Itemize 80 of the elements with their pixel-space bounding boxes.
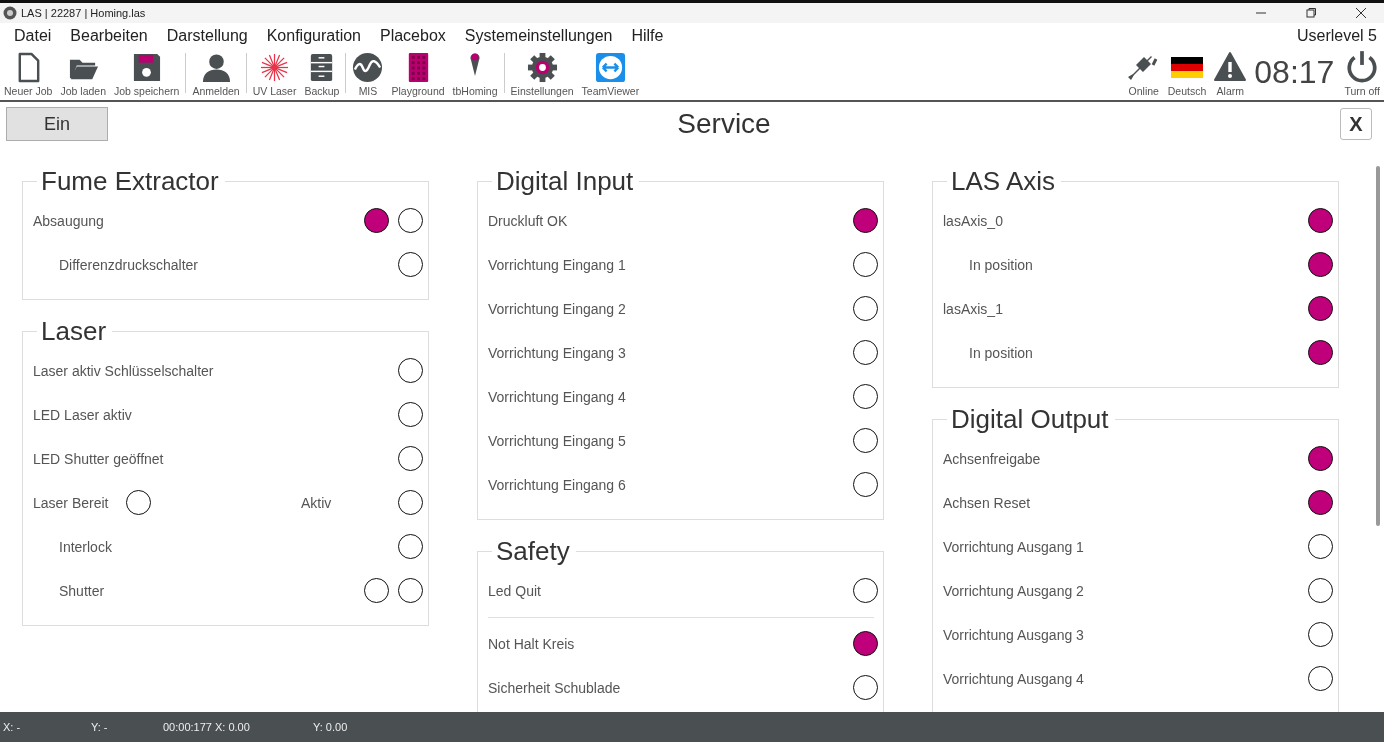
signal-label: Not Halt Kreis [488,635,575,652]
signal-label: Vorrichtung Ausgang 4 [943,670,1084,687]
menu-item[interactable]: Datei [14,27,52,45]
signal-label: lasAxis_0 [943,212,1003,229]
menu-item[interactable]: Hilfe [631,27,664,45]
signal-label: Led Quit [488,582,541,599]
signal-label: Aktiv [301,494,332,511]
menu-item[interactable]: Bearbeiten [70,27,148,45]
app-logo-icon [3,6,17,20]
panel-title: LAS Axis [950,166,1057,197]
toolbar-button[interactable]: TeamViewer [577,52,644,97]
panel-title: Safety [495,536,571,567]
signal-label: Vorrichtung Eingang 3 [488,344,626,361]
signal-label: Vorrichtung Ausgang 1 [943,538,1084,555]
signal-label: Differenzdruckschalter [59,256,199,273]
signal-label: Vorrichtung Eingang 5 [488,432,626,449]
toolbar-button[interactable]: Backup [300,52,344,97]
toolbar-button[interactable]: Einstellungen [506,52,578,97]
menu-item[interactable]: Konfiguration [266,27,361,45]
toolbar-button[interactable]: Job speichern [110,52,184,97]
signal-label: Vorrichtung Ausgang 2 [943,582,1084,599]
wave-circle-icon [352,52,384,83]
menu-item[interactable]: Systemeinstellungen [464,27,613,45]
status-text: Y: 0.00 [313,721,348,733]
signal-label: Laser Bereit [33,494,110,511]
signal-label: Achsenfreigabe [943,450,1041,467]
signal-label: In position [969,256,1033,273]
panel-title: Digital Output [950,404,1110,435]
signal-label: Shutter [59,582,105,599]
signal-label: Achsen Reset [943,494,1031,511]
signal-label: Vorrichtung Eingang 4 [488,388,626,405]
toolbar-button[interactable]: Neuer Job [0,52,57,97]
status-text: 00:00:177 [163,721,213,733]
signal-label: LED Shutter geöffnet [33,450,164,467]
signal-label: Vorrichtung Eingang 2 [488,300,626,317]
signal-label: LED Laser aktiv [33,406,132,423]
laser-burst-icon [259,52,291,83]
signal-label: Absaugung [33,212,104,229]
gear-icon [526,52,558,83]
signal-label: In position [969,344,1033,361]
status-text: X: 0.00 [215,721,251,733]
person-icon [200,52,232,83]
page-title: Service [676,108,772,140]
signal-label: Druckluft OK [488,212,568,229]
toolbar-button[interactable]: Alarm [1210,51,1251,97]
signal-label: Sicherheit Schublade [488,679,621,696]
scrollbar-thumb[interactable] [1376,166,1380,526]
signal-label: Vorrichtung Ausgang 3 [943,626,1084,643]
map-pin-icon [470,52,481,76]
remote-arrows-icon [594,52,626,83]
panel-title: Laser [40,316,108,347]
signal-label: lasAxis_1 [943,300,1003,317]
toolbar-button[interactable]: Job laden [56,52,110,97]
toolbar-button[interactable]: Online [1123,51,1164,97]
signal-label: Interlock [59,538,112,555]
status-text: X: - [3,721,22,733]
close-icon[interactable] [1356,8,1366,18]
menu-item[interactable]: Darstellung [166,27,248,45]
signal-label: Vorrichtung Eingang 6 [488,476,626,493]
signal-label: Vorrichtung Eingang 1 [488,256,626,273]
restore-icon[interactable] [1306,8,1316,18]
status-text: Y: - [91,721,109,733]
turn-off-button[interactable]: Turn off [1340,49,1384,97]
warning-icon [1214,51,1247,83]
toolbar-button[interactable]: MIS [348,52,388,97]
menu-item[interactable]: Placebox [380,27,446,45]
clock: 08:17 [1253,54,1336,92]
toolbar-button[interactable]: tbHoming [448,52,502,97]
window-title: LAS | 22287 | Homing.las [21,7,147,19]
power-icon [1345,49,1380,83]
toolbar-button[interactable]: Playground [387,52,449,97]
toolbar-button[interactable]: Deutsch [1163,51,1211,97]
userlevel-label: Userlevel 5 [1296,27,1377,45]
close-button[interactable]: X [1340,108,1372,140]
signal-label: Laser aktiv Schlüsselschalter [33,362,214,379]
panel-title: Fume Extractor [40,166,220,197]
toolbar-button[interactable]: Anmelden [188,52,244,97]
toolbar-button[interactable]: UV Laser [248,52,301,97]
panel-title: Digital Input [495,166,635,197]
toggle-button[interactable]: Ein [6,107,108,141]
